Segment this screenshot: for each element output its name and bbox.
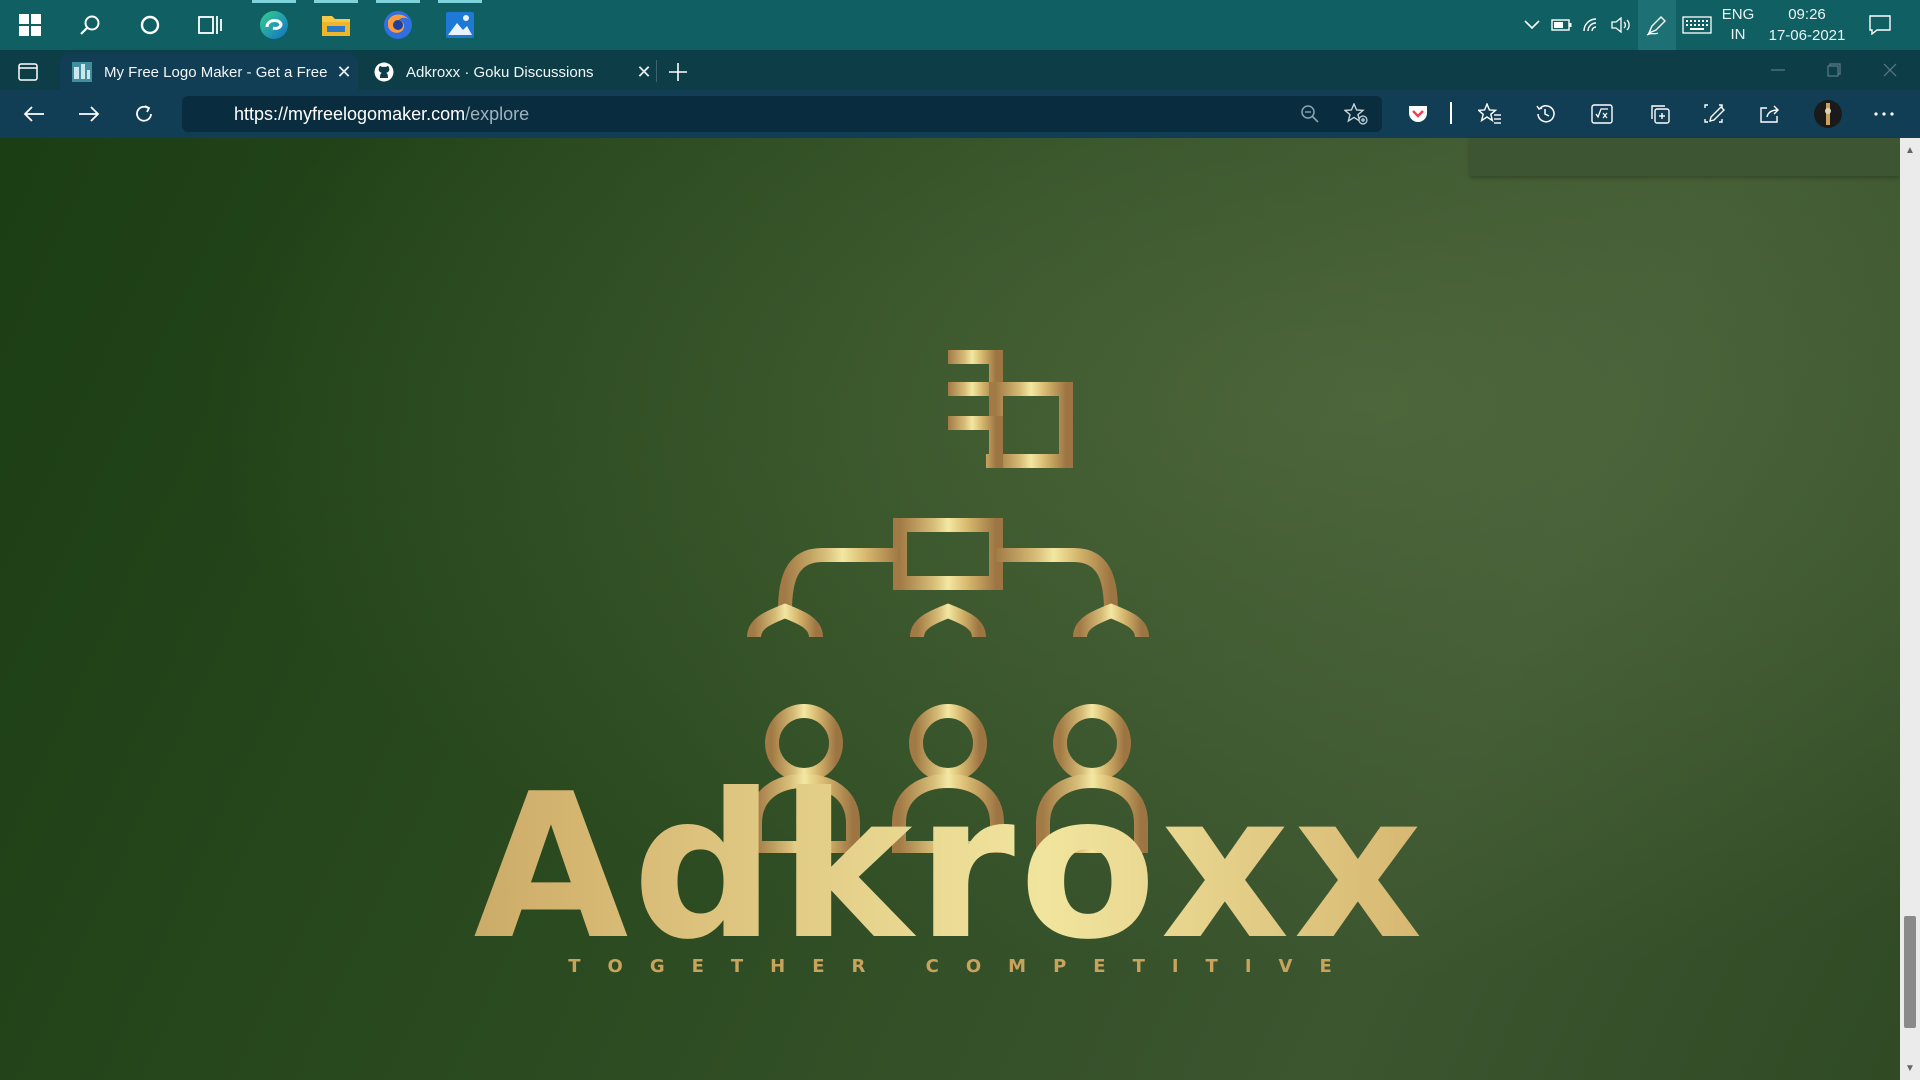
- share-icon[interactable]: [1746, 90, 1794, 138]
- address-bar[interactable]: https://myfreelogomaker.com/explore: [182, 96, 1382, 132]
- brand-tagline: TOGETHER COMPETITIVE: [568, 956, 1359, 977]
- zoom-out-icon[interactable]: [1300, 104, 1320, 129]
- favorites-bar-overlay: [1470, 138, 1900, 176]
- touch-keyboard-icon[interactable]: [1680, 0, 1714, 50]
- scroll-down-arrow-icon[interactable]: ▼: [1900, 1058, 1920, 1078]
- firefox-icon[interactable]: [370, 0, 426, 50]
- browser-toolbar: https://myfreelogomaker.com/explore: [0, 90, 1920, 138]
- page-viewport: Adkroxx TOGETHER COMPETITIVE: [0, 138, 1900, 1080]
- url-path: /explore: [465, 104, 530, 124]
- windows-start-icon[interactable]: [2, 0, 58, 50]
- favorites-icon[interactable]: [1466, 90, 1514, 138]
- cortana-icon[interactable]: [122, 0, 178, 50]
- collections-icon[interactable]: [1636, 90, 1684, 138]
- clock[interactable]: 09:26 17-06-2021: [1764, 0, 1850, 50]
- tab-my-free-logo-maker[interactable]: My Free Logo Maker - Get a Free Logo ✕: [60, 54, 358, 90]
- close-window-icon[interactable]: [1862, 50, 1918, 90]
- vertical-scrollbar[interactable]: ▲ ▼: [1900, 138, 1920, 1080]
- volume-icon[interactable]: [1608, 0, 1636, 50]
- scroll-up-arrow-icon[interactable]: ▲: [1900, 140, 1920, 160]
- tab-adkroxx-goku-discussions[interactable]: Adkroxx · Goku Discussions ✕: [362, 54, 658, 90]
- windows-taskbar: ENG IN 09:26 17-06-2021: [0, 0, 1920, 50]
- history-icon[interactable]: [1521, 90, 1569, 138]
- close-tab-icon[interactable]: ✕: [330, 58, 358, 86]
- brand-name: Adkroxx: [0, 758, 1900, 978]
- scrollbar-thumb[interactable]: [1904, 916, 1916, 1028]
- search-icon[interactable]: [62, 0, 118, 50]
- back-button[interactable]: [10, 90, 58, 138]
- battery-icon[interactable]: [1548, 0, 1576, 50]
- add-favorite-icon[interactable]: [1343, 102, 1368, 130]
- restore-icon[interactable]: [1806, 50, 1862, 90]
- pen-workspace-icon[interactable]: [1638, 0, 1676, 50]
- file-explorer-icon[interactable]: [308, 0, 364, 50]
- forward-button[interactable]: [65, 90, 113, 138]
- url-text[interactable]: https://myfreelogomaker.com/explore: [234, 96, 529, 132]
- wifi-icon[interactable]: [1578, 0, 1606, 50]
- tab-title: My Free Logo Maker - Get a Free Logo: [104, 63, 330, 81]
- tab-actions-menu-icon[interactable]: [4, 54, 56, 90]
- input-language-indicator[interactable]: ENG IN: [1716, 0, 1760, 50]
- toolbar-separator: [1450, 102, 1452, 124]
- task-view-icon[interactable]: [182, 0, 238, 50]
- new-tab-button[interactable]: [660, 54, 700, 90]
- url-domain: https://myfreelogomaker.com: [234, 104, 466, 124]
- language-region: IN: [1730, 26, 1746, 43]
- clock-date: 17-06-2021: [1768, 27, 1846, 44]
- profile-avatar[interactable]: [1804, 90, 1852, 138]
- chevron-up-icon[interactable]: [1518, 0, 1546, 50]
- web-capture-icon[interactable]: [1691, 90, 1739, 138]
- edge-icon[interactable]: [246, 0, 302, 50]
- close-tab-icon[interactable]: ✕: [630, 58, 658, 86]
- pocket-extension-icon[interactable]: [1394, 90, 1442, 138]
- refresh-button[interactable]: [120, 90, 168, 138]
- language-code: ENG: [1721, 6, 1755, 23]
- github-icon: [374, 62, 394, 82]
- minimize-icon[interactable]: [1750, 50, 1806, 90]
- tab-title: Adkroxx · Goku Discussions: [406, 63, 594, 81]
- clock-time: 09:26: [1788, 6, 1826, 23]
- tab-divider: [656, 60, 657, 82]
- notification-center-icon[interactable]: [1862, 0, 1898, 50]
- settings-and-more-icon[interactable]: [1860, 90, 1908, 138]
- math-solver-icon[interactable]: [1578, 90, 1626, 138]
- photos-icon[interactable]: [432, 0, 488, 50]
- myfreelogomaker-favicon: [72, 62, 92, 82]
- browser-tab-strip: My Free Logo Maker - Get a Free Logo ✕ A…: [0, 50, 1920, 90]
